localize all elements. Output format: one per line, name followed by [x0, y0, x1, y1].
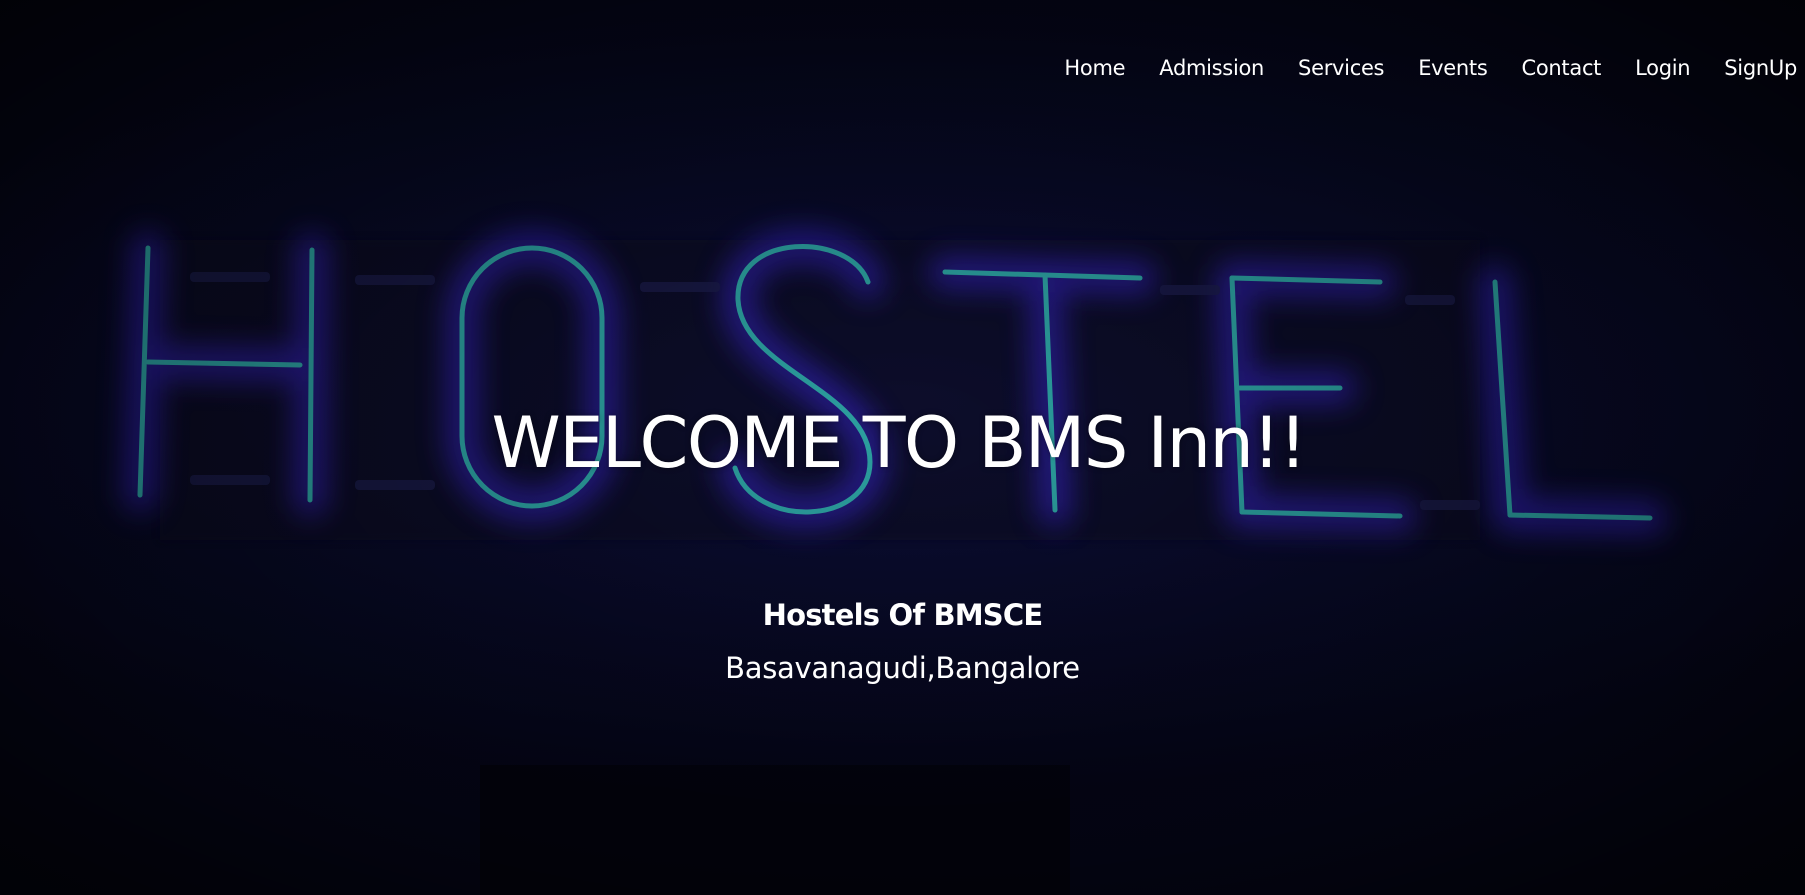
nav-link-signup[interactable]: SignUp: [1707, 52, 1797, 84]
hero-title: WELCOME TO BMS Inn!!: [491, 402, 1308, 484]
nav-link-events[interactable]: Events: [1401, 52, 1504, 84]
nav-link-contact[interactable]: Contact: [1505, 52, 1619, 84]
main-navigation: Home Admission Services Events Contact L…: [1047, 52, 1797, 84]
page: Home Admission Services Events Contact L…: [0, 0, 1805, 895]
nav-link-services[interactable]: Services: [1281, 52, 1401, 84]
hero-subtitle: Hostels Of BMSCE: [762, 598, 1044, 632]
hero-location: Basavanagudi,Bangalore: [725, 651, 1080, 685]
nav-link-admission[interactable]: Admission: [1142, 52, 1281, 84]
nav-link-home[interactable]: Home: [1047, 52, 1142, 84]
nav-link-login[interactable]: Login: [1618, 52, 1707, 84]
